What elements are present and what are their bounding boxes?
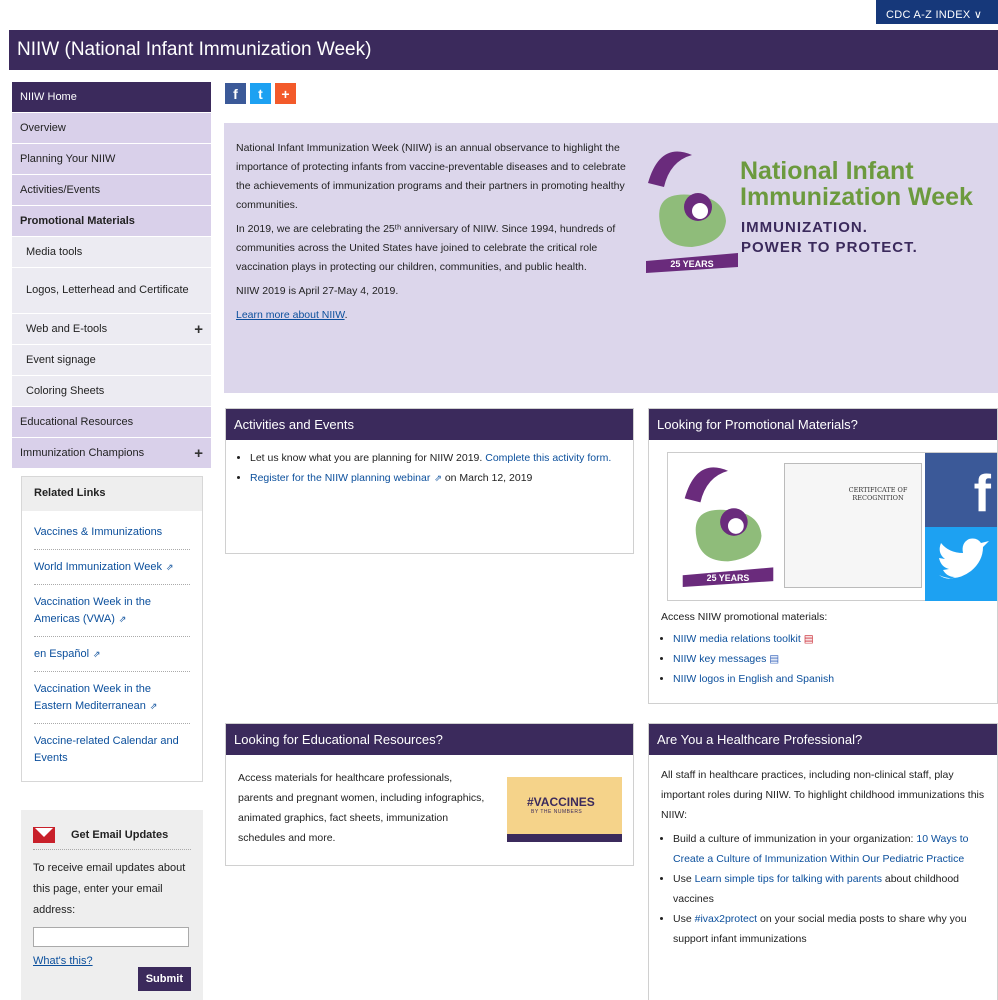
list-item: Build a culture of immunization in your …: [673, 829, 987, 869]
related-links-box: Related Links Vaccines & Immunizations W…: [21, 476, 203, 782]
related-link-vaccines[interactable]: Vaccines & Immunizations: [34, 526, 162, 538]
sidebar-item-immunization-champions[interactable]: Immunization Champions +: [12, 438, 211, 469]
educational-panel: Looking for Educational Resources? Acces…: [225, 723, 634, 866]
more-share-icon[interactable]: +: [275, 83, 296, 104]
hero-feature: National Infant Immunization Week (NIIW)…: [224, 123, 998, 393]
certificate-image: CERTIFICATE OF RECOGNITION: [784, 463, 922, 588]
educational-text: Access materials for healthcare professi…: [238, 772, 485, 844]
logos-link[interactable]: NIIW logos in English and Spanish: [673, 673, 834, 685]
twitter-icon: [925, 527, 997, 601]
list-item: Use #ivax2protect on your social media p…: [673, 909, 987, 949]
logo-title: National Infant Immunization Week: [740, 157, 973, 211]
sidebar-item-media-tools[interactable]: Media tools: [12, 237, 211, 268]
pdf-icon: ▤: [803, 633, 814, 645]
promo-access-text: Access NIIW promotional materials:: [661, 611, 828, 623]
sidebar-item-label: Educational Resources: [20, 416, 134, 428]
external-link-icon: ⇗: [165, 562, 174, 572]
promo-panel: Looking for Promotional Materials? 25 YE…: [648, 408, 998, 704]
external-link-icon: ⇗: [93, 649, 101, 659]
share-bar: f t +: [225, 83, 296, 104]
sidebar-item-label: Overview: [20, 122, 66, 134]
healthcare-panel: Are You a Healthcare Professional? All s…: [648, 723, 998, 1000]
email-updates-box: Get Email Updates To receive email updat…: [21, 810, 203, 1000]
external-link-icon: ⇗: [118, 614, 127, 624]
sidebar-item-coloring-sheets[interactable]: Coloring Sheets: [12, 376, 211, 407]
promo-title: Looking for Promotional Materials?: [649, 409, 997, 440]
sidebar-item-overview[interactable]: Overview: [12, 113, 211, 144]
related-link-world-immunization-week[interactable]: World Immunization Week: [34, 561, 162, 573]
page-title: NIIW (National Infant Immunization Week): [9, 30, 998, 70]
sidebar-item-label: Immunization Champions: [20, 447, 145, 459]
sidebar-item-label: Activities/Events: [20, 184, 101, 196]
sidebar-item-activities[interactable]: Activities/Events: [12, 175, 211, 206]
hero-paragraph: NIIW 2019 is April 27-May 4, 2019.: [236, 285, 399, 297]
healthcare-text: All staff in healthcare practices, inclu…: [661, 769, 985, 821]
az-index-button[interactable]: CDC A-Z INDEX ∨: [876, 0, 998, 24]
word-doc-icon: ▤: [769, 653, 780, 665]
niiw-logo-icon: 25 YEARS: [646, 151, 738, 273]
email-updates-title: Get Email Updates: [71, 828, 169, 841]
sidebar-item-promotional-materials[interactable]: Promotional Materials: [12, 206, 211, 237]
sidebar-item-event-signage[interactable]: Event signage: [12, 345, 211, 376]
list-item: Register for the NIIW planning webinar⇗ …: [250, 468, 623, 488]
related-link-eastern-mediterranean[interactable]: Vaccination Week in the Eastern Mediterr…: [34, 683, 151, 712]
learn-more-link[interactable]: Learn more about NIIW: [236, 309, 345, 321]
years-badge: 25 YEARS: [670, 259, 713, 269]
related-link-calendar[interactable]: Vaccine-related Calendar and Events: [34, 735, 179, 764]
healthcare-title: Are You a Healthcare Professional?: [649, 724, 997, 755]
side-navigation: NIIW Home Overview Planning Your NIIW Ac…: [12, 82, 211, 469]
list-item: NIIW media relations toolkit ▤: [673, 629, 987, 649]
related-link-espanol[interactable]: en Español: [34, 648, 89, 660]
sidebar-item-label: Promotional Materials: [20, 215, 135, 227]
sidebar-item-label: Media tools: [26, 246, 83, 258]
external-link-icon: ⇗: [149, 701, 158, 711]
sidebar-item-logos[interactable]: Logos, Letterhead and Certificate: [12, 268, 211, 314]
sidebar-item-label: Event signage: [26, 354, 96, 366]
sidebar-item-label: Logos, Letterhead and Certificate: [26, 284, 189, 296]
whats-this-link[interactable]: What's this?: [33, 955, 93, 991]
envelope-icon: [33, 826, 55, 843]
hero-paragraph: In 2019, we are celebrating the 25ᵗʰ ann…: [236, 223, 616, 273]
talking-tips-link[interactable]: Learn simple tips for talking with paren…: [695, 873, 882, 885]
niiw-logo-icon: 25 YEARS: [682, 467, 774, 588]
sidebar-item-label: Web and E-tools: [26, 323, 108, 335]
email-updates-text: To receive email updates about this page…: [33, 862, 186, 916]
key-messages-link[interactable]: NIIW key messages: [673, 653, 766, 665]
twitter-share-icon[interactable]: t: [250, 83, 271, 104]
media-toolkit-link[interactable]: NIIW media relations toolkit: [673, 633, 801, 645]
sidebar-item-label: Coloring Sheets: [26, 385, 105, 397]
sidebar-item-label: NIIW Home: [20, 91, 77, 103]
list-item: NIIW key messages ▤: [673, 649, 987, 669]
expand-icon[interactable]: +: [194, 321, 203, 338]
sidebar-item-planning[interactable]: Planning Your NIIW: [12, 144, 211, 175]
hero-text: National Infant Immunization Week (NIIW)…: [236, 139, 628, 330]
sidebar-item-web-etools[interactable]: Web and E-tools +: [12, 314, 211, 345]
educational-title: Looking for Educational Resources?: [226, 724, 633, 755]
activities-title: Activities and Events: [226, 409, 633, 440]
related-link-vwa[interactable]: Vaccination Week in the Americas (VWA): [34, 596, 151, 625]
list-item: Use Learn simple tips for talking with p…: [673, 869, 987, 909]
hashtag-link[interactable]: #ivax2protect: [695, 913, 757, 925]
facebook-share-icon[interactable]: f: [225, 83, 246, 104]
webinar-link[interactable]: Register for the NIIW planning webinar: [250, 472, 430, 484]
hero-paragraph: National Infant Immunization Week (NIIW)…: [236, 142, 626, 211]
vaccines-by-numbers-image[interactable]: #VACCINES BY THE NUMBERS: [507, 777, 622, 842]
external-link-icon: ⇗: [434, 473, 442, 483]
list-item: Let us know what you are planning for NI…: [250, 448, 623, 468]
submit-button[interactable]: Submit: [137, 967, 191, 991]
facebook-icon: f: [925, 453, 997, 527]
activities-panel: Activities and Events Let us know what y…: [225, 408, 634, 554]
expand-icon[interactable]: +: [194, 445, 203, 462]
promo-image: 25 YEARS CERTIFICATE OF RECOGNITION f: [667, 452, 998, 601]
svg-text:25 YEARS: 25 YEARS: [707, 573, 750, 583]
sidebar-item-label: Planning Your NIIW: [20, 153, 116, 165]
activity-form-link[interactable]: Complete this activity form.: [485, 452, 611, 464]
related-links-title: Related Links: [22, 477, 202, 511]
sidebar-item-niiw-home[interactable]: NIIW Home: [12, 82, 211, 113]
list-item: NIIW logos in English and Spanish: [673, 669, 987, 689]
logo-tagline: IMMUNIZATION. POWER TO PROTECT.: [741, 219, 918, 256]
email-field[interactable]: [33, 927, 189, 947]
sidebar-item-educational-resources[interactable]: Educational Resources: [12, 407, 211, 438]
